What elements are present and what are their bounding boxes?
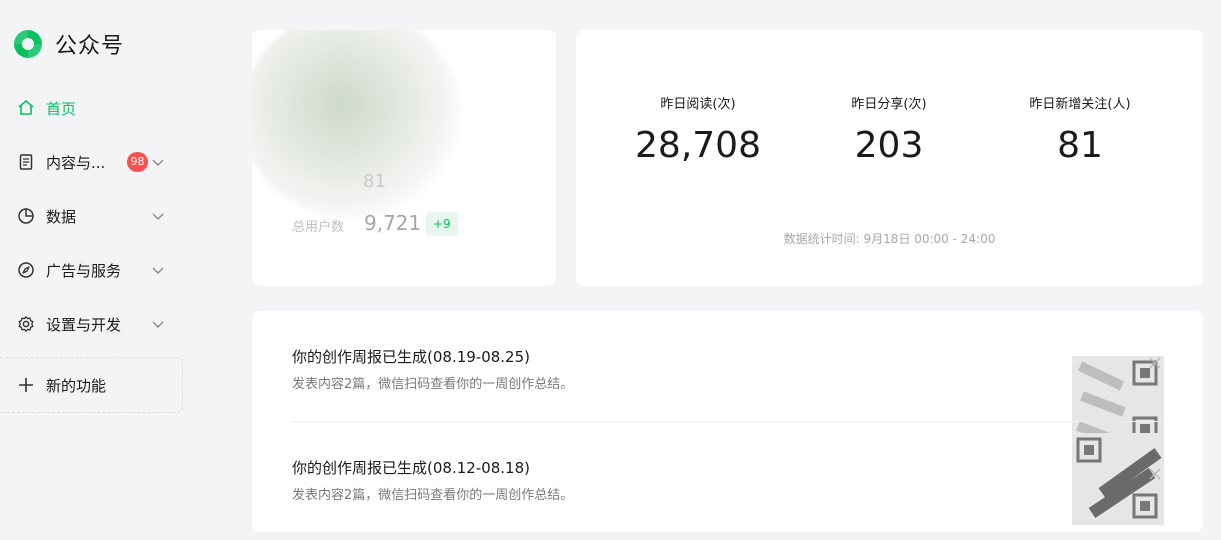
- faded-value: 81: [363, 171, 386, 192]
- stat-reads[interactable]: 昨日阅读(次) 28,708: [598, 96, 798, 166]
- chevron-down-icon: [152, 213, 164, 220]
- stat-label: 昨日分享(次): [851, 97, 927, 112]
- wechat-official-logo-icon: [14, 30, 42, 58]
- stats-time-note: 数据统计时间: 9月18日 00:00 - 24:00: [783, 232, 996, 246]
- sidebar-item-label: 广告与服务: [46, 261, 122, 280]
- app-title: 公众号: [55, 34, 125, 59]
- chevron-down-icon: [152, 267, 164, 274]
- sidebar-item-settings-dev[interactable]: 设置与开发: [0, 304, 184, 344]
- chevron-down-icon: [152, 159, 164, 166]
- stat-label: 昨日新增关注(人): [1029, 97, 1131, 112]
- sidebar: 公众号 首页 内容与... 98 数据 广告与服务 设置与开发 新的功能: [0, 0, 200, 540]
- notice-description: 发表内容2篇，微信扫码查看你的一周创作总结。: [292, 488, 574, 503]
- yesterday-stats-card: 昨日阅读(次) 28,708 昨日分享(次) 203 昨日新增关注(人) 81 …: [576, 30, 1203, 286]
- notice-divider: [292, 421, 1162, 422]
- unread-badge: 98: [127, 152, 148, 172]
- sidebar-item-home[interactable]: 首页: [0, 88, 184, 128]
- pie-chart-icon: [17, 207, 35, 225]
- sidebar-item-data[interactable]: 数据: [0, 196, 184, 236]
- total-users-label: 总用户数: [292, 220, 345, 235]
- notice-item[interactable]: 你的创作周报已生成(08.12-08.18) 发表内容2篇，微信扫码查看你的一周…: [292, 433, 1164, 532]
- sidebar-item-content[interactable]: 内容与... 98: [0, 142, 184, 182]
- sidebar-item-label: 设置与开发: [46, 315, 122, 334]
- notice-title: 你的创作周报已生成(08.12-08.18): [292, 459, 531, 477]
- sidebar-item-label: 数据: [46, 207, 77, 226]
- gear-icon: [17, 315, 35, 333]
- obscured-avatar-area: [252, 30, 462, 220]
- stat-shares[interactable]: 昨日分享(次) 203: [789, 96, 989, 166]
- document-icon: [17, 153, 35, 171]
- close-icon[interactable]: [1148, 467, 1162, 481]
- new-feature-label: 新的功能: [46, 376, 107, 395]
- home-icon: [17, 99, 35, 117]
- weekly-report-notices-card: 你的创作周报已生成(08.19-08.25) 发表内容2篇，微信扫码查看你的一周…: [252, 311, 1203, 532]
- chevron-down-icon: [152, 321, 164, 328]
- compass-icon: [17, 261, 35, 279]
- sidebar-item-label: 内容与...: [46, 153, 106, 172]
- new-feature-button[interactable]: 新的功能: [0, 357, 183, 413]
- notice-description: 发表内容2篇，微信扫码查看你的一周创作总结。: [292, 377, 574, 392]
- total-users-value: 9,721: [364, 211, 422, 235]
- stat-value: 81: [1057, 125, 1103, 166]
- stat-value: 28,708: [635, 125, 761, 166]
- notice-item[interactable]: 你的创作周报已生成(08.19-08.25) 发表内容2篇，微信扫码查看你的一周…: [292, 346, 1164, 448]
- app-logo[interactable]: 公众号: [11, 27, 124, 61]
- stat-label: 昨日阅读(次): [660, 97, 736, 112]
- close-icon[interactable]: [1148, 356, 1162, 370]
- sidebar-item-label: 首页: [46, 99, 77, 118]
- notice-title: 你的创作周报已生成(08.19-08.25): [292, 348, 531, 366]
- stat-new-followers[interactable]: 昨日新增关注(人) 81: [980, 96, 1180, 166]
- stat-value: 203: [854, 125, 924, 166]
- sidebar-item-ads-services[interactable]: 广告与服务: [0, 250, 184, 290]
- total-users-delta-badge: +9: [426, 212, 458, 236]
- plus-icon: [19, 378, 33, 392]
- account-overview-card: 81 总用户数 9,721 +9: [252, 30, 556, 286]
